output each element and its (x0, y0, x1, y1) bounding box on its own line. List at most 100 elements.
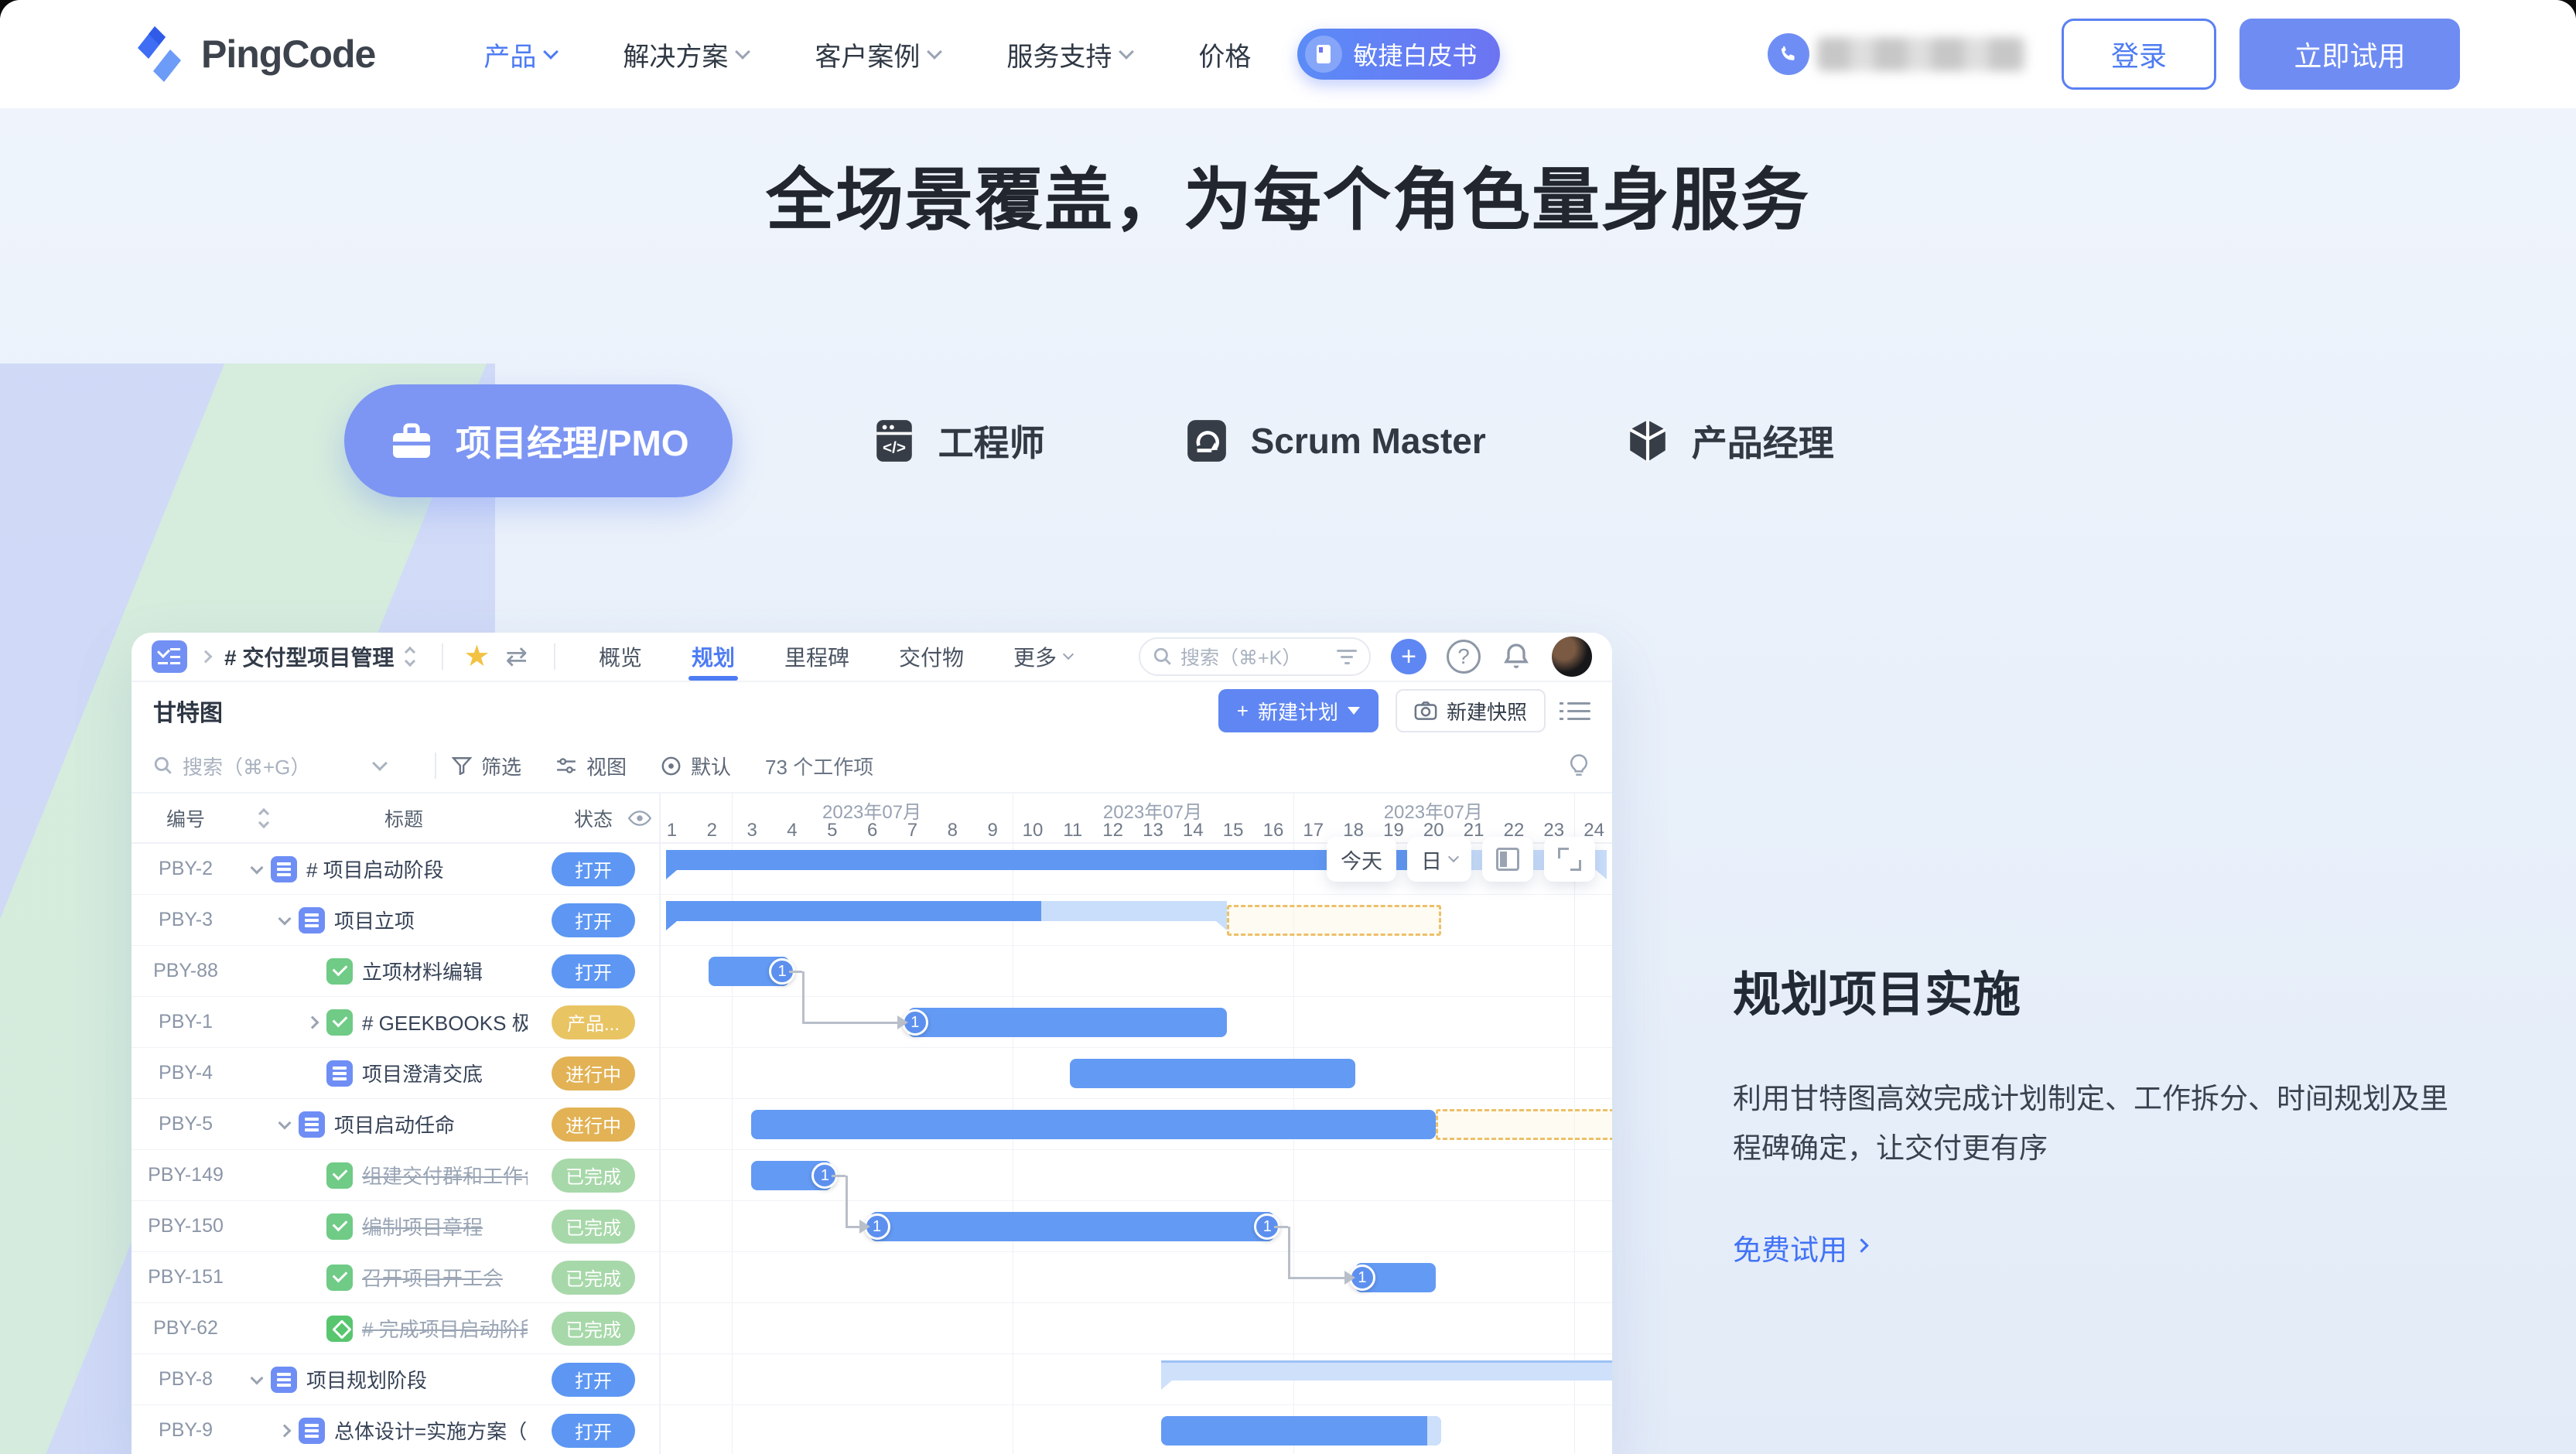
columns-icon (1496, 848, 1519, 871)
status-badge[interactable]: 打开 (552, 1414, 635, 1448)
gantt-bar[interactable] (751, 1110, 1437, 1139)
status-badge[interactable]: 打开 (552, 954, 635, 988)
search-icon (153, 756, 173, 776)
gantt-bar[interactable]: 1 (709, 957, 790, 986)
role-tab-2[interactable]: Scrum Master (1183, 417, 1486, 465)
status-badge[interactable]: 打开 (552, 852, 635, 886)
status-badge[interactable]: 进行中 (552, 1056, 635, 1090)
snapshot-list-icon[interactable] (1567, 702, 1590, 720)
scale-select[interactable]: 日 (1407, 837, 1471, 882)
try-now-button[interactable]: 立即试用 (2239, 19, 2460, 90)
chevron-down-icon (372, 756, 388, 771)
gantt-bar[interactable] (1161, 1416, 1441, 1445)
role-tab-0[interactable]: 项目经理/PMO (344, 384, 733, 497)
filter-button[interactable]: 筛选 (452, 752, 521, 780)
project-folder-icon[interactable] (152, 640, 187, 673)
status-badge[interactable]: 已完成 (552, 1312, 635, 1346)
login-button[interactable]: 登录 (2062, 19, 2216, 90)
gantt-bar[interactable]: 1 (751, 1161, 832, 1190)
nav-item-4[interactable]: 价格 (1198, 36, 1251, 73)
breadcrumb[interactable]: # 交付型项目管理 (224, 641, 394, 672)
nav-item-0[interactable]: 产品 (483, 36, 556, 73)
gantt-search-input[interactable]: 搜索（⌘+G） (153, 752, 385, 780)
today-button[interactable]: 今天 (1327, 837, 1396, 882)
timeline-day-label: 2 (707, 820, 717, 841)
status-badge[interactable]: 已完成 (552, 1210, 635, 1244)
fullscreen-button[interactable] (1544, 837, 1595, 882)
help-icon[interactable]: ? (1447, 640, 1481, 674)
app-tab-2[interactable]: 里程碑 (784, 633, 849, 681)
app-screenshot-card: # 交付型项目管理 ★ ⇄ 概览规划里程碑交付物更多 搜索（⌘+K） + ? 甘… (132, 633, 1612, 1454)
swap-icon[interactable]: ⇄ (505, 641, 528, 672)
global-search-input[interactable]: 搜索（⌘+K） (1139, 637, 1371, 676)
table-row[interactable]: PBY-149组建交付群和工作台已完成 (132, 1150, 659, 1201)
nav-item-3[interactable]: 服务支持 (1006, 36, 1132, 73)
new-plan-button[interactable]: + 新建计划 (1218, 689, 1379, 732)
feature-heading: 规划项目实施 (1733, 955, 2506, 1025)
split-view-button[interactable] (1482, 837, 1533, 882)
work-item-title: 项目立项 (334, 906, 415, 934)
nav-item-2[interactable]: 客户案例 (815, 36, 940, 73)
gantt-bar[interactable] (1161, 1360, 1612, 1381)
hint-bulb-icon[interactable] (1567, 753, 1590, 778)
free-trial-link[interactable]: 免费试用 (1733, 1227, 1867, 1268)
gantt-bar[interactable] (666, 901, 1226, 921)
col-header-id[interactable]: 编号 (132, 804, 240, 832)
table-row[interactable]: PBY-88立项材料编辑打开 (132, 946, 659, 997)
user-avatar[interactable] (1552, 637, 1592, 677)
app-tab-1[interactable]: 规划 (692, 633, 735, 681)
table-row[interactable]: PBY-1# GEEKBOOKS 极...产品... (132, 997, 659, 1048)
chevron-right-icon[interactable] (306, 1015, 319, 1029)
chevron-down-icon[interactable] (251, 861, 264, 874)
default-view-button[interactable]: 默认 (661, 752, 731, 780)
table-row[interactable]: PBY-2# 项目启动阶段打开 (132, 844, 659, 895)
role-tab-1[interactable]: </>工程师 (870, 415, 1045, 466)
new-snapshot-button[interactable]: 新建快照 (1396, 689, 1546, 732)
gantt-bar[interactable] (1070, 1059, 1355, 1088)
dependency-connector (802, 971, 805, 1022)
work-item-title: # GEEKBOOKS 极... (362, 1008, 528, 1036)
table-row[interactable]: PBY-62# 完成项目启动阶段...已完成 (132, 1303, 659, 1354)
status-badge[interactable]: 打开 (552, 1363, 635, 1397)
whitepaper-badge[interactable]: 敏捷白皮书 (1297, 29, 1500, 80)
brand[interactable]: PingCode (132, 25, 375, 84)
app-tab-0[interactable]: 概览 (599, 633, 642, 681)
table-row[interactable]: PBY-8项目规划阶段打开 (132, 1354, 659, 1405)
work-item-id: PBY-149 (132, 1164, 240, 1186)
status-badge[interactable]: 已完成 (552, 1159, 635, 1193)
chevron-down-icon[interactable] (278, 1116, 292, 1129)
status-badge[interactable]: 打开 (552, 903, 635, 937)
role-tab-3[interactable]: 产品经理 (1624, 415, 1834, 466)
gantt-bar[interactable]: 1 (908, 1008, 1227, 1037)
table-row[interactable]: PBY-151召开项目开工会已完成 (132, 1252, 659, 1303)
chevron-right-icon[interactable] (278, 1424, 292, 1437)
project-switch-icon[interactable] (406, 648, 414, 665)
status-badge[interactable]: 产品... (552, 1005, 635, 1039)
table-row[interactable]: PBY-9总体设计=实施方案（...打开 (132, 1405, 659, 1454)
nav-item-1[interactable]: 解决方案 (623, 36, 748, 73)
view-settings-button[interactable]: 视图 (555, 752, 627, 780)
favorite-star-icon[interactable]: ★ (463, 642, 490, 671)
plus-icon: + (1237, 699, 1249, 723)
col-header-status[interactable]: 状态 (528, 804, 659, 832)
notifications-bell-icon[interactable] (1501, 640, 1532, 673)
table-row[interactable]: PBY-3项目立项打开 (132, 895, 659, 946)
code-window-icon: </> (870, 417, 918, 465)
app-tab-3[interactable]: 交付物 (899, 633, 964, 681)
whitepaper-label: 敏捷白皮书 (1353, 36, 1477, 72)
table-row[interactable]: PBY-5项目启动任命进行中 (132, 1099, 659, 1150)
app-tab-4[interactable]: 更多 (1013, 633, 1072, 681)
table-row[interactable]: PBY-4项目澄清交底进行中 (132, 1048, 659, 1099)
gantt-bar[interactable]: 11 (870, 1212, 1275, 1241)
camera-icon (1414, 701, 1437, 721)
gantt-bar[interactable]: 1 (1355, 1263, 1437, 1292)
chevron-down-icon[interactable] (278, 912, 292, 925)
chevron-down-icon[interactable] (251, 1371, 264, 1384)
sort-icon[interactable] (260, 810, 268, 827)
col-header-title[interactable]: 标题 (240, 804, 528, 832)
table-row[interactable]: PBY-150编制项目章程已完成 (132, 1201, 659, 1252)
status-badge[interactable]: 已完成 (552, 1261, 635, 1295)
create-button[interactable]: + (1391, 639, 1426, 674)
status-badge[interactable]: 进行中 (552, 1108, 635, 1142)
check-type-icon (326, 1213, 353, 1240)
